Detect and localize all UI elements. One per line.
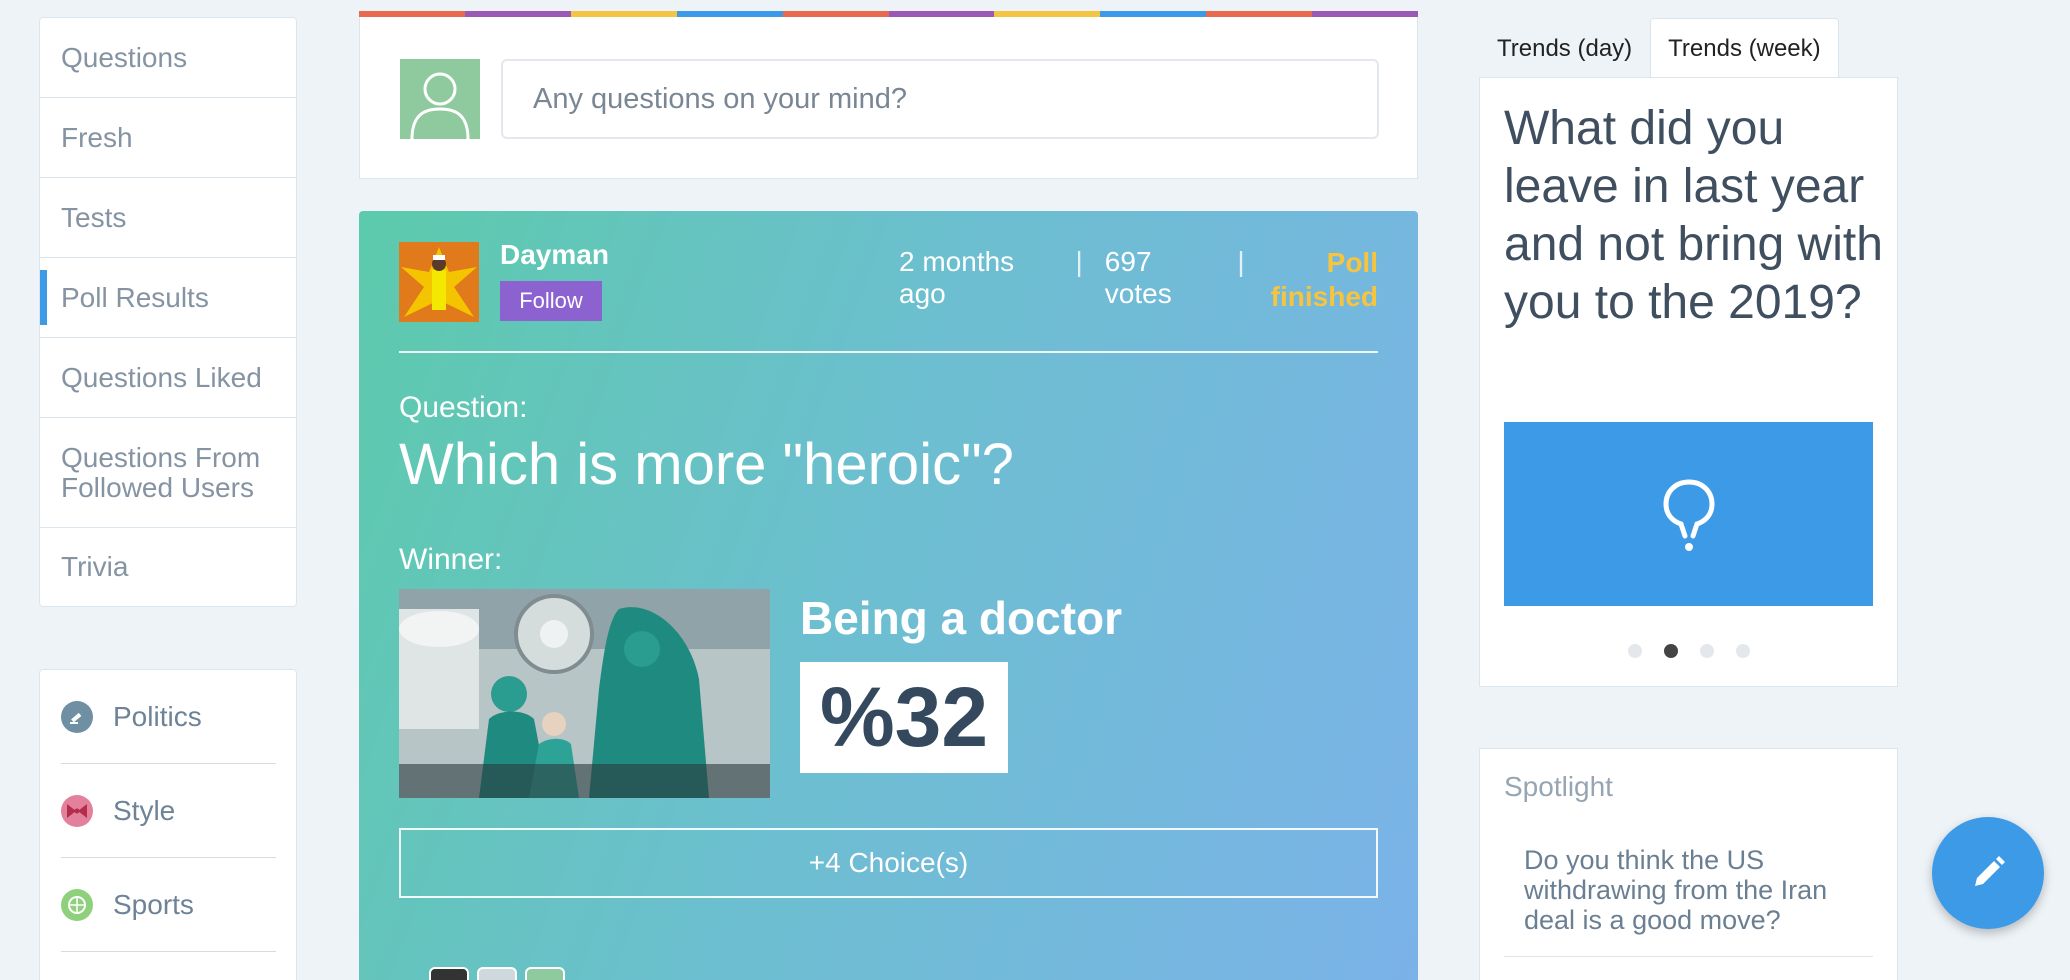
nav-item-tests[interactable]: Tests <box>40 178 296 258</box>
voter-avatars <box>429 967 573 980</box>
category-politics[interactable]: Politics <box>61 670 276 764</box>
stripe-segment <box>782 11 889 17</box>
nav-item-questions-liked[interactable]: Questions Liked <box>40 338 296 418</box>
trend-tabs: Trends (day) Trends (week) <box>1479 18 1839 78</box>
tab-trends-week[interactable]: Trends (week) <box>1650 18 1839 78</box>
user-avatar <box>400 59 480 139</box>
ask-question-box: Any questions on your mind? <box>359 11 1419 179</box>
divider <box>1504 956 1873 957</box>
nav-item-fresh[interactable]: Fresh <box>40 98 296 178</box>
carousel-dot[interactable] <box>1664 644 1678 658</box>
stripe-segment <box>994 11 1101 17</box>
winner-image <box>399 589 770 798</box>
bowtie-icon <box>61 794 93 827</box>
carousel-dot[interactable] <box>1628 644 1642 658</box>
category-label: Style <box>113 794 176 826</box>
nav-item-label: Questions From Followed Users <box>61 441 261 503</box>
stripe-segment <box>570 11 677 17</box>
nav-item-label: Tests <box>61 201 127 233</box>
avatar[interactable] <box>477 967 517 980</box>
nav-item-label: Questions <box>61 41 188 73</box>
meta-divider: | <box>1237 246 1245 277</box>
nav-item-poll-results[interactable]: Poll Results <box>40 258 296 338</box>
more-choices-button[interactable]: +4 Choice(s) <box>399 828 1378 898</box>
category-label: Sports <box>113 888 194 920</box>
nav-item-questions-followed[interactable]: Questions From Followed Users <box>40 418 296 528</box>
meta-divider: | <box>1075 246 1083 277</box>
nav-item-questions[interactable]: Questions <box>40 18 296 98</box>
category-sports[interactable]: Sports <box>61 858 276 952</box>
poll-card: Dayman Follow 2 months ago | 697 votes |… <box>359 211 1418 980</box>
nav-item-label: Questions Liked <box>61 361 262 393</box>
carousel-dot[interactable] <box>1700 644 1714 658</box>
question-label: Question: <box>399 391 528 424</box>
compose-button[interactable] <box>1932 817 2044 929</box>
divider <box>399 351 1378 353</box>
winner-percent: %32 <box>800 662 1008 773</box>
color-stripe <box>359 11 1419 17</box>
follow-button[interactable]: Follow <box>500 281 602 321</box>
trend-image[interactable] <box>1504 422 1873 606</box>
spotlight-card: Spotlight Do you think the US withdrawin… <box>1479 748 1898 980</box>
question-text[interactable]: Which is more "heroic"? <box>399 431 1014 498</box>
winner-label: Winner: <box>399 543 503 576</box>
category-list: Politics Style Sports <box>39 669 297 980</box>
ask-input[interactable]: Any questions on your mind? <box>501 59 1379 139</box>
poll-user-avatar[interactable] <box>399 242 479 322</box>
category-style[interactable]: Style <box>61 764 276 858</box>
stripe-segment <box>1312 11 1419 17</box>
trend-question[interactable]: What did you leave in last year and not … <box>1504 100 1884 332</box>
avatar[interactable] <box>525 967 565 980</box>
poll-status: Poll finished <box>1270 247 1378 312</box>
ball-icon <box>61 888 93 921</box>
poll-votes: 697 votes <box>1104 246 1172 309</box>
nav-item-label: Fresh <box>61 121 133 153</box>
poll-time: 2 months ago <box>899 246 1015 309</box>
stripe-segment <box>359 11 465 17</box>
stripe-segment <box>676 11 783 17</box>
winner-name: Being a doctor <box>800 592 1123 644</box>
tab-trends-day[interactable]: Trends (day) <box>1479 18 1650 78</box>
spotlight-title: Spotlight <box>1504 771 1613 802</box>
poll-username[interactable]: Dayman <box>500 239 609 271</box>
category-label: Politics <box>113 700 202 732</box>
stripe-segment <box>1206 11 1313 17</box>
stripe-segment <box>1100 11 1207 17</box>
carousel-dots <box>1628 644 1772 658</box>
stripe-segment <box>464 11 571 17</box>
nav-item-trivia[interactable]: Trivia <box>40 528 296 606</box>
spotlight-question[interactable]: Do you think the US withdrawing from the… <box>1524 845 1854 935</box>
avatar[interactable] <box>429 967 469 980</box>
trend-card: What did you leave in last year and not … <box>1479 77 1898 687</box>
pencil-icon <box>1975 856 2005 886</box>
nav-item-label: Trivia <box>61 551 129 582</box>
stripe-segment <box>888 11 995 17</box>
question-bubble-icon <box>1662 479 1715 551</box>
gavel-icon <box>61 700 93 733</box>
poll-meta: 2 months ago | 697 votes | Poll finished <box>899 246 1378 314</box>
carousel-dot[interactable] <box>1736 644 1750 658</box>
nav-item-label: Poll Results <box>61 281 209 313</box>
left-nav: Questions Fresh Tests Poll Results Quest… <box>39 17 297 607</box>
default-user-icon <box>410 72 470 139</box>
